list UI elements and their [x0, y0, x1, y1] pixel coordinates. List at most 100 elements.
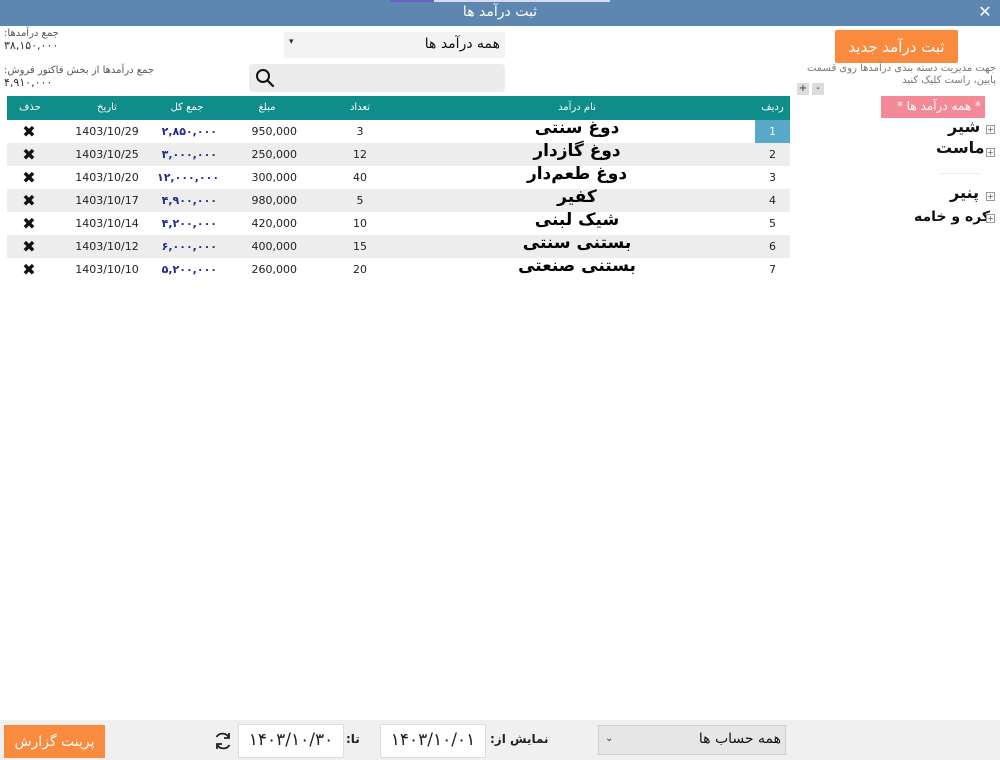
row-total: ۴,۲۰۰,۰۰۰	[161, 217, 217, 230]
total-income-label: جمع درآمدها:	[4, 28, 59, 39]
row-amount: 260,000	[251, 263, 298, 276]
row-date: 1403/10/10	[75, 263, 139, 276]
header-delete: حذف	[19, 102, 41, 113]
search-icon[interactable]	[255, 68, 275, 88]
search-box[interactable]	[249, 64, 505, 92]
sales-income-value: ۴,۹۱۰,۰۰۰	[4, 76, 53, 89]
header-date: تاریخ	[97, 102, 117, 113]
account-select-value: همه حساب ها	[698, 731, 781, 747]
delete-icon[interactable]: ✖	[19, 145, 39, 164]
row-total: ۱۲,۰۰۰,۰۰۰	[157, 171, 220, 184]
account-select[interactable]: ⌄ همه حساب ها	[598, 725, 786, 755]
delete-icon[interactable]: ✖	[19, 260, 39, 279]
row-count: 15	[353, 240, 367, 253]
tree-divider	[940, 173, 980, 174]
header-amount: مبلغ	[258, 102, 276, 113]
to-date-field[interactable]: ۱۴۰۳/۱۰/۳۰	[238, 724, 344, 758]
row-date: 1403/10/12	[75, 240, 139, 253]
table-header: حذف تاریخ جمع کل مبلغ تعداد نام درآمد رد…	[7, 96, 790, 120]
new-income-button[interactable]: ثبت درآمد جدید	[835, 30, 958, 63]
row-count: 5	[356, 194, 364, 207]
row-amount: 950,000	[251, 125, 298, 138]
expand-all-button[interactable]: +	[797, 83, 809, 95]
category-hint: جهت مدیریت دسته بندی درآمدها روی قسمت پا…	[806, 63, 996, 86]
tree-expand-icon[interactable]: +	[986, 192, 995, 201]
from-date-label: نمایش از:	[490, 732, 549, 746]
row-name: دوغ طعم‌دار	[526, 164, 628, 184]
to-date-label: تا:	[346, 732, 360, 746]
row-name: شیک لبنی	[534, 210, 620, 230]
row-date: 1403/10/14	[75, 217, 139, 230]
row-total: ۴,۹۰۰,۰۰۰	[161, 194, 217, 207]
table-row[interactable]: ✖ 1403/10/29 ۲,۸۵۰,۰۰۰ 950,000 3 دوغ سنت…	[7, 118, 790, 143]
tree-item-yogurt[interactable]: ماست	[936, 138, 985, 157]
sales-income-summary: جمع درآمدها از بخش فاکتور فروش: ۴,۹۱۰,۰۰…	[4, 65, 154, 89]
tree-item-butter-cream[interactable]: کره و خامه	[914, 209, 990, 225]
tree-expand-icon[interactable]: +	[986, 125, 995, 134]
table-row[interactable]: ✖ 1403/10/10 ۵,۲۰۰,۰۰۰ 260,000 20 بستنی …	[7, 256, 790, 281]
row-count: 12	[353, 148, 367, 161]
refresh-icon[interactable]	[212, 730, 234, 752]
row-index: 4	[769, 194, 776, 207]
delete-icon[interactable]: ✖	[19, 168, 39, 187]
header-index: ردیف	[761, 102, 784, 113]
row-index: 6	[769, 240, 776, 253]
row-name: دوغ سنتی	[534, 118, 620, 138]
row-name: بستنی صنعتی	[518, 256, 636, 276]
tree-item-milk[interactable]: شیر	[948, 117, 980, 136]
row-date: 1403/10/29	[75, 125, 139, 138]
row-total: ۲,۸۵۰,۰۰۰	[161, 125, 217, 138]
income-filter-select[interactable]: ▾ همه درآمد ها	[284, 32, 505, 58]
tree-expand-icon[interactable]: +	[986, 148, 995, 157]
delete-icon[interactable]: ✖	[19, 122, 39, 141]
row-index: 3	[769, 171, 776, 184]
row-index: 5	[769, 217, 776, 230]
header-count: تعداد	[349, 102, 371, 113]
dropdown-arrow-icon: ▾	[289, 37, 294, 47]
row-date: 1403/10/20	[75, 171, 139, 184]
tree-expand-icon[interactable]: +	[986, 214, 995, 223]
row-count: 20	[353, 263, 367, 276]
row-amount: 420,000	[251, 217, 298, 230]
delete-icon[interactable]: ✖	[19, 237, 39, 256]
total-income-summary: جمع درآمدها: ۳۸,۱۵۰,۰۰۰	[4, 28, 59, 52]
table-row[interactable]: ✖ 1403/10/20 ۱۲,۰۰۰,۰۰۰ 300,000 40 دوغ ط…	[7, 164, 790, 189]
close-icon[interactable]: ✕	[976, 3, 994, 21]
row-amount: 980,000	[251, 194, 298, 207]
row-amount: 300,000	[251, 171, 298, 184]
search-input[interactable]	[281, 67, 497, 89]
row-date: 1403/10/25	[75, 148, 139, 161]
row-index: 2	[769, 148, 776, 161]
tree-item-cheese[interactable]: پنیر	[950, 183, 979, 202]
row-total: ۳,۰۰۰,۰۰۰	[161, 148, 217, 161]
row-amount: 250,000	[251, 148, 298, 161]
row-count: 3	[356, 125, 364, 138]
from-date-field[interactable]: ۱۴۰۳/۱۰/۰۱	[380, 724, 486, 758]
tree-root-all-incomes[interactable]: * همه درآمد ها *	[881, 96, 985, 118]
chevron-down-icon: ⌄	[605, 733, 614, 744]
row-name: کفیر	[557, 187, 597, 207]
row-date: 1403/10/17	[75, 194, 139, 207]
row-name: دوغ گازدار	[533, 141, 621, 161]
header-total: جمع کل	[170, 102, 204, 113]
table-row[interactable]: ✖ 1403/10/14 ۴,۲۰۰,۰۰۰ 420,000 10 شیک لب…	[7, 210, 790, 235]
row-total: ۶,۰۰۰,۰۰۰	[161, 240, 217, 253]
delete-icon[interactable]: ✖	[19, 214, 39, 233]
row-total: ۵,۲۰۰,۰۰۰	[161, 263, 217, 276]
delete-icon[interactable]: ✖	[19, 191, 39, 210]
row-index: 7	[769, 263, 776, 276]
row-name: بستنی سنتی	[522, 233, 632, 253]
total-income-value: ۳۸,۱۵۰,۰۰۰	[4, 39, 59, 52]
title-bar: ثبت درآمد ها ✕	[0, 0, 1000, 26]
income-filter-value: همه درآمد ها	[424, 36, 500, 52]
row-index: 1	[755, 120, 790, 143]
table-row[interactable]: ✖ 1403/10/12 ۶,۰۰۰,۰۰۰ 400,000 15 بستنی …	[7, 233, 790, 258]
table-row[interactable]: ✖ 1403/10/17 ۴,۹۰۰,۰۰۰ 980,000 5 کفیر 4	[7, 187, 790, 212]
title-accent	[390, 0, 610, 2]
row-count: 10	[353, 217, 367, 230]
table-row[interactable]: ✖ 1403/10/25 ۳,۰۰۰,۰۰۰ 250,000 12 دوغ گا…	[7, 141, 790, 166]
collapse-all-button[interactable]: -	[812, 83, 824, 95]
row-amount: 400,000	[251, 240, 298, 253]
print-report-button[interactable]: پرینت گزارش	[4, 725, 105, 758]
header-name: نام درآمد	[558, 102, 596, 113]
